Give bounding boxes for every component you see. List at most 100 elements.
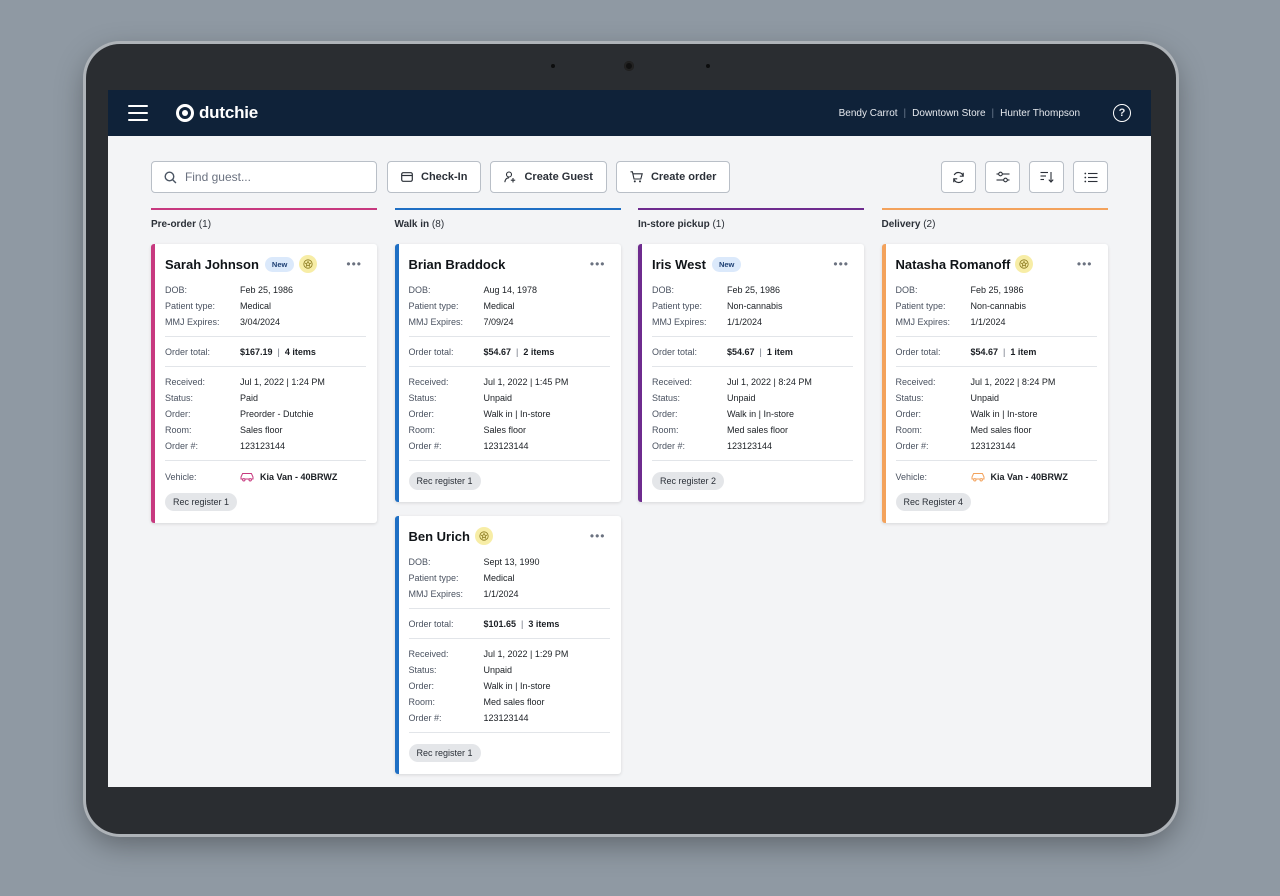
field-label: Status: bbox=[408, 665, 437, 675]
column-header: In-store pickup (1) bbox=[638, 208, 864, 244]
field-label: Order: bbox=[895, 409, 922, 419]
dob-value: Feb 25, 1986 bbox=[240, 285, 294, 295]
register-badge: Rec register 2 bbox=[652, 472, 725, 490]
received-value: Jul 1, 2022 | 1:24 PM bbox=[240, 377, 325, 387]
order-type-value: Walk in | In-store bbox=[727, 409, 795, 419]
order-type-value: Walk in | In-store bbox=[483, 409, 551, 419]
column-count: (1) bbox=[712, 219, 725, 230]
column-count: (2) bbox=[923, 219, 936, 230]
field-label: Status: bbox=[652, 393, 681, 403]
guest-card[interactable]: Sarah Johnson New ••• DOB: Feb 25, 1986 P… bbox=[151, 244, 377, 523]
user-name[interactable]: Bendy Carrot bbox=[839, 108, 898, 119]
sort-icon bbox=[1040, 171, 1054, 183]
create-guest-button[interactable]: Create Guest bbox=[490, 161, 607, 193]
dob-value: Feb 25, 1986 bbox=[727, 285, 781, 295]
separator: | bbox=[991, 107, 995, 119]
field-label: Order #: bbox=[165, 441, 199, 451]
field-label: Order total: bbox=[408, 347, 454, 357]
guest-name: Natasha Romanoff bbox=[895, 256, 1011, 272]
register-badge: Rec Register 4 bbox=[895, 493, 972, 511]
order-number-value: 123123144 bbox=[240, 441, 286, 451]
guest-name: Ben Urich bbox=[408, 528, 470, 544]
guest-name: Iris West bbox=[652, 256, 706, 272]
field-label: MMJ Expires: bbox=[652, 317, 707, 327]
sort-button[interactable] bbox=[1029, 161, 1064, 193]
employee-name[interactable]: Hunter Thompson bbox=[1000, 108, 1080, 119]
car-icon bbox=[971, 472, 985, 482]
room-value: Sales floor bbox=[240, 425, 283, 435]
sensor-dot bbox=[551, 64, 555, 68]
search-input[interactable] bbox=[184, 170, 364, 184]
more-options-icon[interactable]: ••• bbox=[590, 529, 606, 543]
loyalty-star-icon bbox=[299, 255, 318, 273]
more-options-icon[interactable]: ••• bbox=[590, 257, 606, 271]
patient-type-value: Non-cannabis bbox=[970, 301, 1027, 311]
queue-board: Pre-order (1) Sarah Johnson New ••• DOB:… bbox=[108, 208, 1151, 787]
more-options-icon[interactable]: ••• bbox=[1077, 257, 1093, 271]
separator: | bbox=[903, 107, 907, 119]
room-value: Med sales floor bbox=[483, 697, 545, 707]
field-label: Status: bbox=[895, 393, 924, 403]
room-value: Med sales floor bbox=[727, 425, 789, 435]
patient-type-value: Medical bbox=[240, 301, 272, 311]
car-icon bbox=[240, 472, 254, 482]
field-label: Room: bbox=[652, 425, 679, 435]
field-label: DOB: bbox=[652, 285, 675, 295]
column-preorder: Pre-order (1) Sarah Johnson New ••• DOB:… bbox=[151, 208, 377, 787]
create-order-button[interactable]: Create order bbox=[615, 161, 731, 193]
dob-value: Sept 13, 1990 bbox=[483, 557, 540, 567]
more-options-icon[interactable]: ••• bbox=[346, 257, 362, 271]
store-name[interactable]: Downtown Store bbox=[912, 108, 985, 119]
field-label: Vehicle: bbox=[165, 472, 197, 482]
field-label: Order: bbox=[165, 409, 191, 419]
sensor-dot bbox=[706, 64, 710, 68]
order-total-value: $54.67 | 1 item bbox=[971, 344, 1037, 360]
filter-button[interactable] bbox=[985, 161, 1020, 193]
list-view-button[interactable] bbox=[1073, 161, 1108, 193]
refresh-button[interactable] bbox=[941, 161, 976, 193]
filter-icon bbox=[996, 171, 1009, 183]
item-count: 3 items bbox=[528, 619, 560, 629]
register-badge: Rec register 1 bbox=[408, 472, 481, 490]
guest-name: Sarah Johnson bbox=[165, 256, 259, 272]
received-value: Jul 1, 2022 | 1:45 PM bbox=[483, 377, 569, 387]
dob-value: Aug 14, 1978 bbox=[483, 285, 538, 295]
view-controls bbox=[932, 161, 1108, 193]
field-label: MMJ Expires: bbox=[408, 589, 464, 599]
guest-card[interactable]: Natasha Romanoff ••• DOB: Feb 25, 1986 Pa… bbox=[881, 244, 1108, 523]
field-label: Order total: bbox=[652, 347, 698, 357]
field-label: Order #: bbox=[408, 441, 442, 451]
field-label: DOB: bbox=[408, 557, 431, 567]
field-label: Order: bbox=[408, 409, 435, 419]
guest-card[interactable]: Iris West New ••• DOB: Feb 25, 1986 Patie… bbox=[638, 244, 864, 502]
order-number-value: 123123144 bbox=[483, 713, 529, 723]
field-label: Room: bbox=[165, 425, 192, 435]
guest-name: Brian Braddock bbox=[408, 256, 506, 272]
search-icon bbox=[164, 171, 177, 183]
item-count: 1 item bbox=[1010, 347, 1037, 357]
top-bar: dutchie Bendy Carrot | Downtown Store | … bbox=[108, 90, 1151, 136]
more-options-icon[interactable]: ••• bbox=[833, 257, 849, 271]
column-title: Delivery bbox=[881, 219, 921, 230]
order-total-value: $167.19 | 4 items bbox=[240, 344, 316, 360]
field-label: MMJ Expires: bbox=[408, 317, 464, 327]
help-icon[interactable]: ? bbox=[1113, 104, 1131, 122]
order-number-value: 123123144 bbox=[727, 441, 773, 451]
guest-search bbox=[151, 161, 377, 193]
order-total-value: $54.67 | 2 items bbox=[484, 344, 555, 360]
app-screen: dutchie Bendy Carrot | Downtown Store | … bbox=[108, 90, 1151, 787]
guest-card[interactable]: Brian Braddock ••• DOB: Aug 14, 1978 Pati… bbox=[394, 244, 621, 502]
order-total-amount: $54.67 bbox=[970, 347, 999, 357]
menu-icon[interactable] bbox=[128, 105, 148, 121]
register-badge: Rec register 1 bbox=[408, 744, 481, 762]
order-type-value: Preorder - Dutchie bbox=[240, 409, 314, 419]
field-label: Order #: bbox=[652, 441, 686, 451]
order-total-amount: $167.19 bbox=[240, 347, 273, 357]
item-count: 1 item bbox=[766, 347, 793, 357]
field-label: Order total: bbox=[408, 619, 454, 629]
check-in-button[interactable]: Check-In bbox=[387, 161, 482, 193]
guest-card[interactable]: Ben Urich ••• DOB: Sept 13, 1990 Patient … bbox=[394, 516, 621, 774]
vehicle-value: Kia Van - 40BRWZ bbox=[990, 472, 1068, 482]
brand-logo[interactable]: dutchie bbox=[176, 103, 258, 123]
cart-icon bbox=[630, 171, 643, 183]
